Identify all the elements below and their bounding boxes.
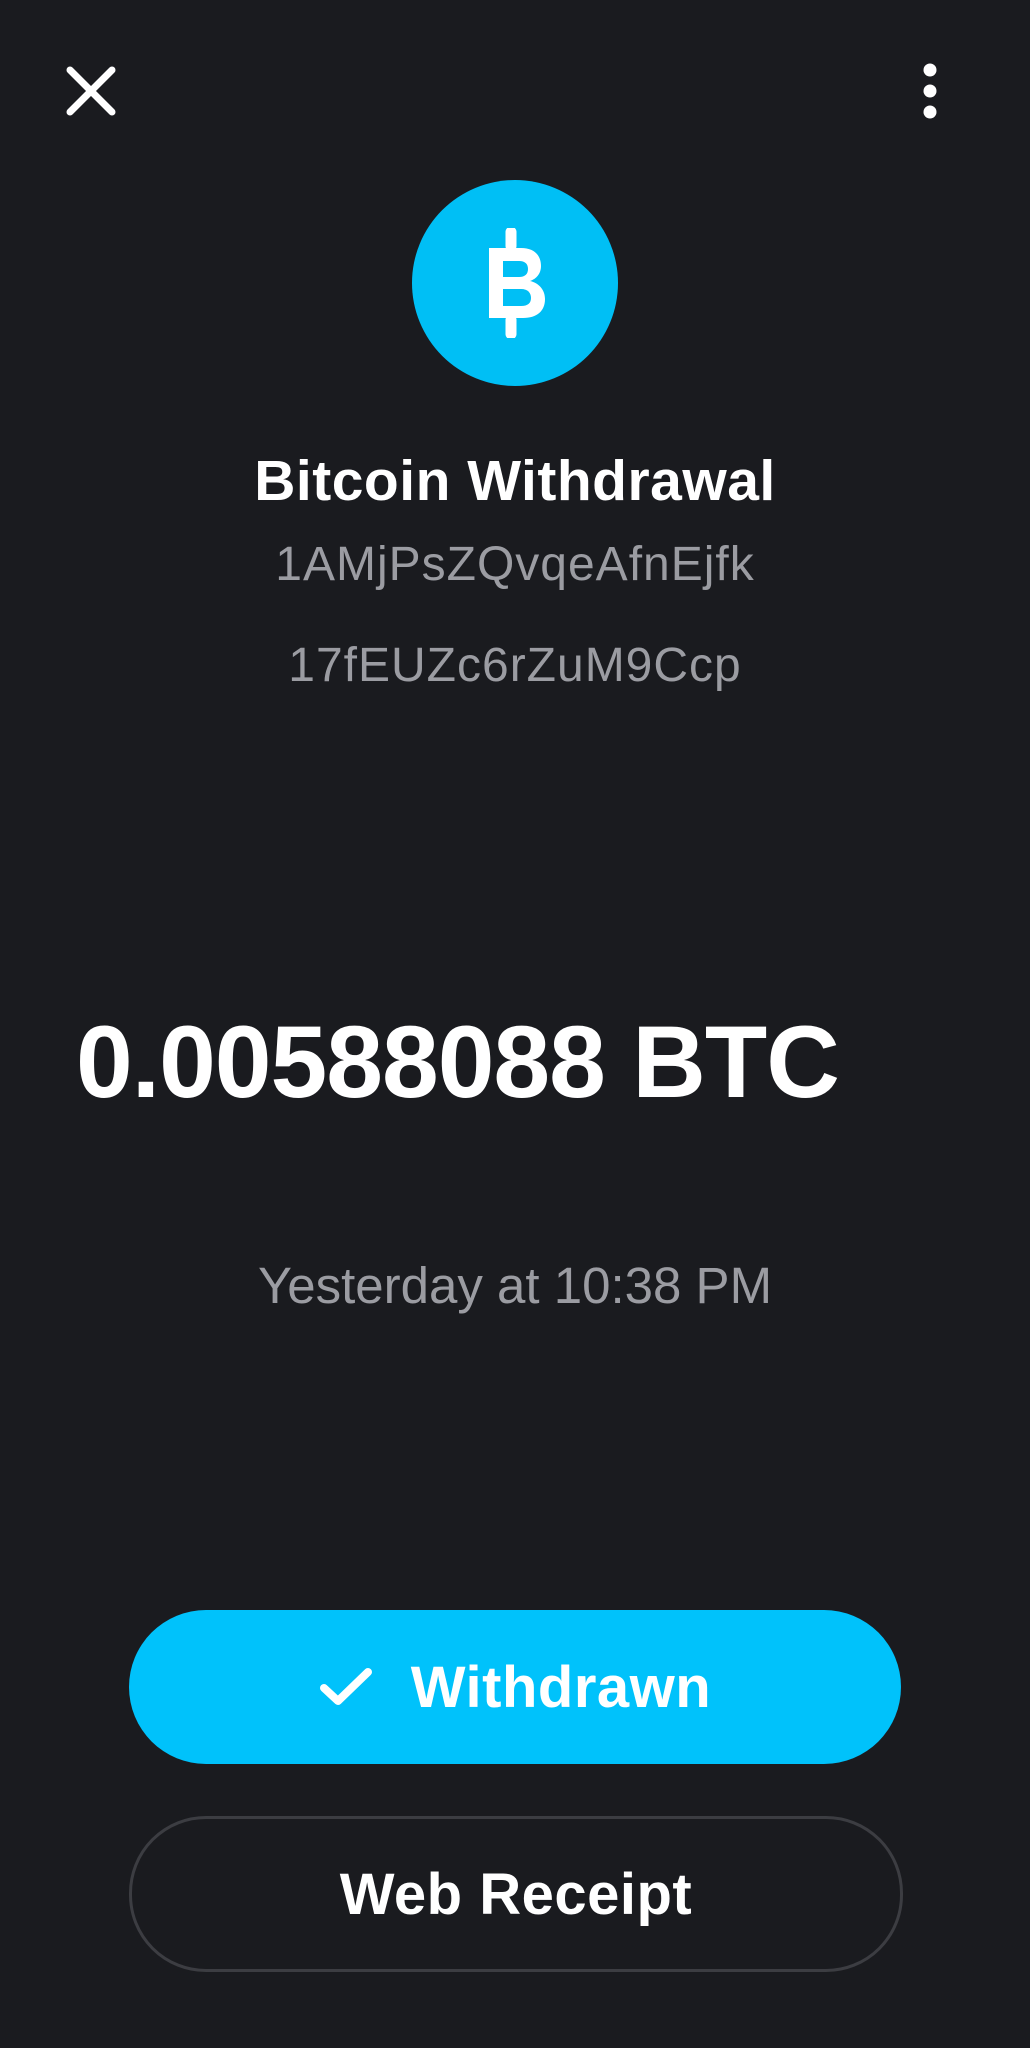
more-options-button[interactable] xyxy=(895,52,965,130)
wallet-address-line-1: 1AMjPsZQvqeAfnEjfk xyxy=(275,538,755,591)
withdrawn-status-button[interactable]: Withdrawn xyxy=(129,1610,901,1764)
wallet-address-line-2: 17fEUZc6rZuM9Ccp xyxy=(288,639,742,692)
bitcoin-icon xyxy=(489,228,545,338)
checkmark-icon xyxy=(319,1668,372,1705)
close-button[interactable] xyxy=(52,52,130,130)
withdrawn-status-label: Withdrawn xyxy=(410,1654,712,1720)
web-receipt-label: Web Receipt xyxy=(339,1861,693,1927)
web-receipt-button[interactable]: Web Receipt xyxy=(129,1816,903,1972)
bitcoin-avatar xyxy=(412,180,618,386)
close-icon xyxy=(66,66,116,116)
more-vertical-icon xyxy=(923,63,937,119)
transaction-title: Bitcoin Withdrawal xyxy=(254,449,776,513)
transaction-amount: 0.00588088 BTC xyxy=(76,1005,840,1119)
transaction-timestamp: Yesterday at 10:38 PM xyxy=(257,1257,773,1314)
